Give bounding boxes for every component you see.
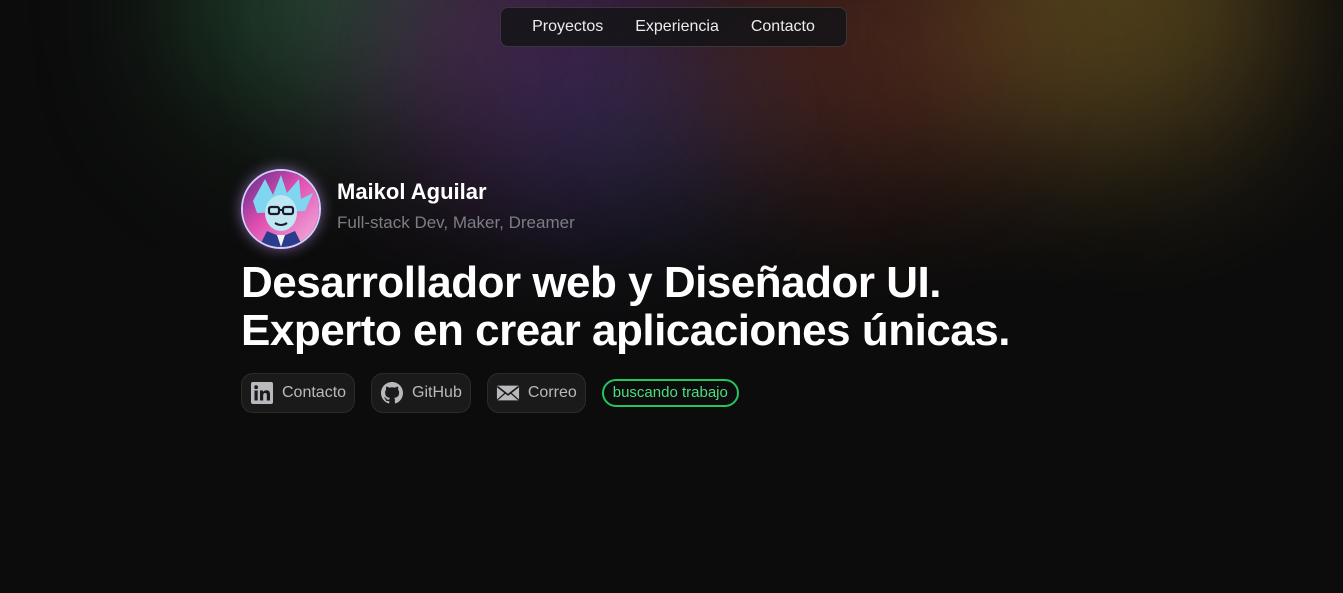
nav-link-contacto[interactable]: Contacto	[735, 8, 831, 46]
background-glow	[180, 0, 480, 140]
page: Proyectos Experiencia Contacto Maikol Ag…	[0, 0, 1343, 593]
avatar-illustration	[243, 171, 319, 247]
nav-link-experiencia[interactable]: Experiencia	[619, 8, 735, 46]
email-link[interactable]: Correo	[486, 373, 586, 413]
github-link[interactable]: GitHub	[371, 373, 471, 413]
top-navigation: Proyectos Experiencia Contacto	[500, 7, 847, 47]
linkedin-link[interactable]: Contacto	[241, 373, 356, 413]
email-link-label: Correo	[527, 384, 577, 401]
background-glow	[960, 0, 1290, 190]
linkedin-link-label: Contacto	[282, 384, 347, 401]
github-link-label: GitHub	[412, 384, 462, 401]
profile-header: Maikol Aguilar Full-stack Dev, Maker, Dr…	[241, 169, 1141, 249]
profile-name: Maikol Aguilar	[337, 179, 487, 204]
hero-section: Maikol Aguilar Full-stack Dev, Maker, Dr…	[241, 169, 1141, 413]
github-icon	[380, 381, 404, 405]
profile-tagline: Full-stack Dev, Maker, Dreamer	[337, 213, 575, 232]
status-badge: buscando trabajo	[601, 379, 739, 407]
headline-line: Experto en crear aplicaciones únicas.	[241, 306, 1010, 355]
nav-link-proyectos[interactable]: Proyectos	[516, 8, 619, 46]
mail-icon	[496, 381, 520, 405]
linkedin-icon	[250, 381, 274, 405]
profile-text: Maikol Aguilar Full-stack Dev, Maker, Dr…	[337, 178, 575, 236]
hero-headline: Desarrollador web y Diseñador UI. Expert…	[241, 259, 1141, 355]
avatar	[241, 169, 321, 249]
headline-line: Desarrollador web y Diseñador UI.	[241, 258, 941, 307]
social-links: Contacto GitHub Correo buscando trabajo	[241, 373, 1141, 413]
